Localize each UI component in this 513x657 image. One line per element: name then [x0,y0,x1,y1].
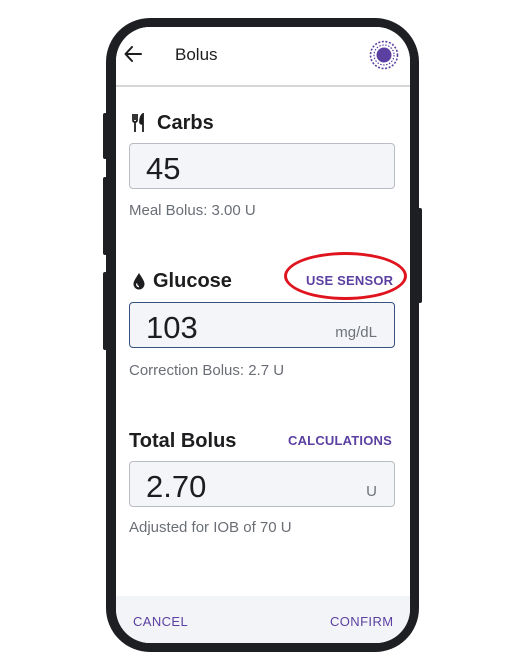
cancel-button[interactable]: CANCEL [133,614,188,629]
carbs-input[interactable]: 45 [129,143,395,189]
use-sensor-button[interactable]: USE SENSOR [306,273,393,288]
total-bolus-unit: U [366,483,377,500]
confirm-button[interactable]: CONFIRM [330,614,393,629]
drop-icon [133,273,145,290]
correction-bolus-text: Correction Bolus: 2.7 U [129,362,285,379]
total-bolus-value: 2.70 [146,469,207,504]
carbs-value: 45 [146,151,181,186]
glucose-title: Glucose [153,270,232,292]
meal-bolus-text: Meal Bolus: 3.00 U [129,202,256,219]
carbs-title: Carbs [157,112,214,134]
phone-side-button [103,113,108,159]
phone-side-button [103,177,108,255]
calculations-button[interactable]: CALCULATIONS [288,433,392,448]
glucose-value: 103 [146,310,198,345]
phone-side-button [417,208,422,303]
page-title: Bolus [175,45,218,64]
phone-side-button [103,272,108,350]
glucose-input[interactable]: 103 mg/dL [129,302,395,348]
app-screen: Bolus Carbs 45 Meal Bolus: 3.00 U Glucos… [116,27,410,643]
glucose-unit: mg/dL [335,324,377,341]
sensor-icon[interactable] [369,40,399,70]
app-header: Bolus [116,27,410,87]
total-bolus-title: Total Bolus [129,430,237,452]
arrow-left-icon[interactable] [124,44,142,64]
iob-adjust-text: Adjusted for IOB of 70 U [129,519,292,536]
fork-knife-icon [132,113,144,132]
action-footer: CANCEL CONFIRM [116,596,410,643]
total-bolus-input[interactable]: 2.70 U [129,461,395,507]
